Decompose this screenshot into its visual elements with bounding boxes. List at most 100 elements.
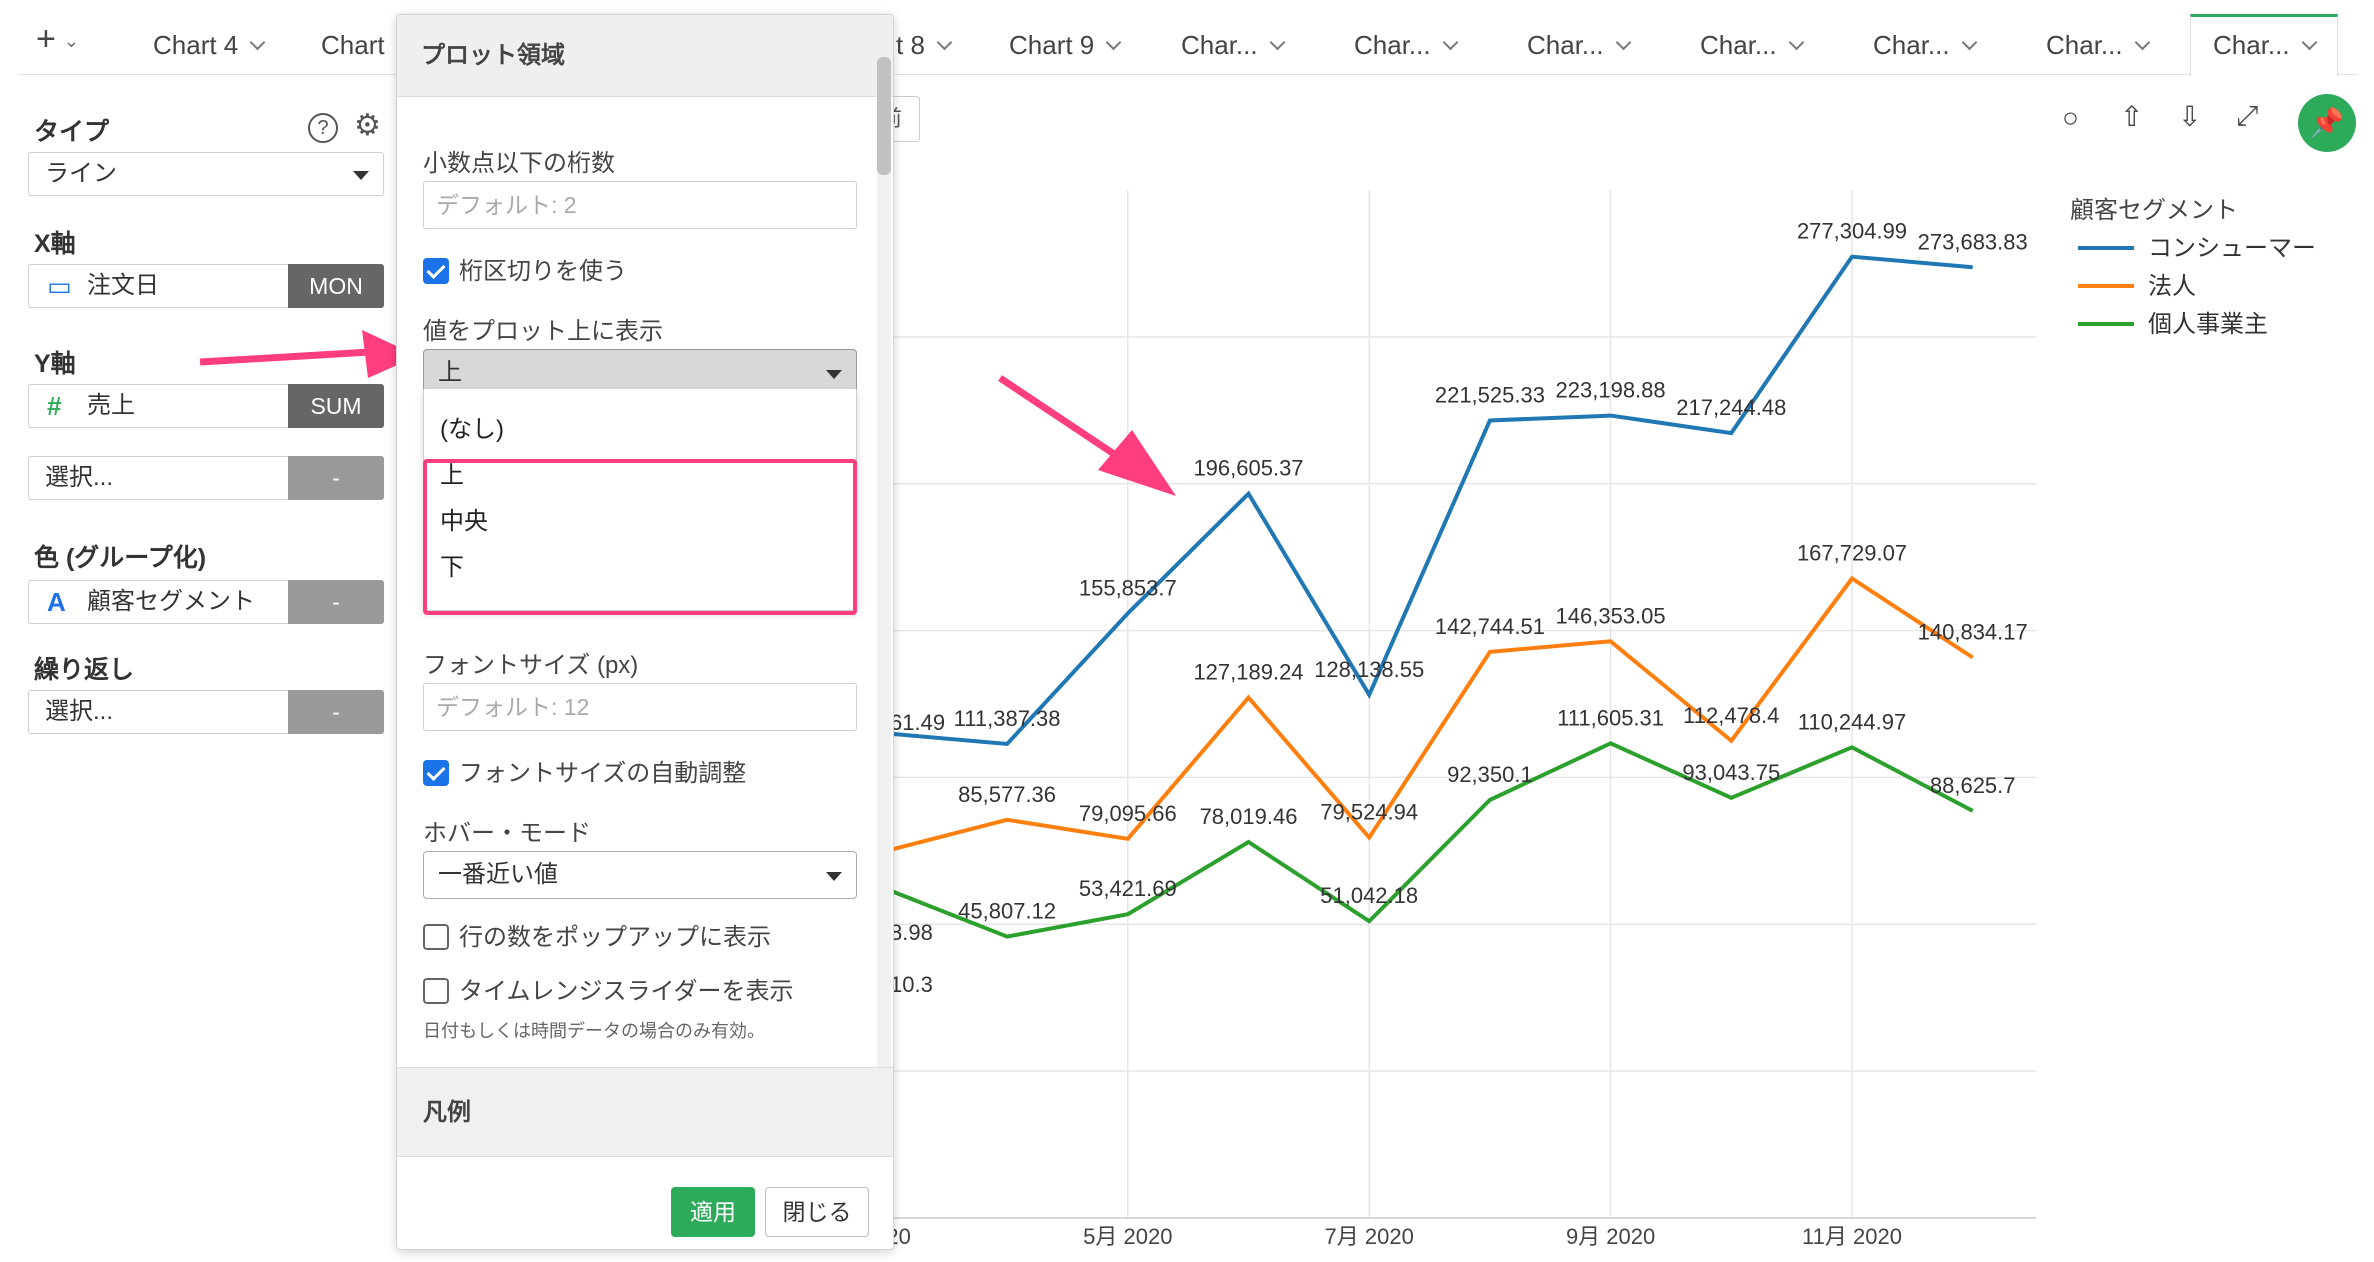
color-aggregation-button[interactable]: - (288, 580, 384, 624)
tab-chart-10[interactable]: Char... (1181, 20, 1285, 76)
tab-chart-11[interactable]: Char... (1354, 20, 1458, 76)
chevron-down-icon[interactable]: ⌄ (64, 31, 79, 51)
checkbox-unchecked-icon[interactable] (423, 924, 449, 950)
font-size-input[interactable]: デフォルト: 12 (423, 683, 857, 731)
tab-chart-12[interactable]: Char... (1527, 20, 1631, 76)
x-tick-label: 9月 2020 (1566, 1224, 1655, 1249)
data-label: 277,304.99 (1797, 219, 1907, 244)
data-label: 53,421.69 (1079, 876, 1177, 901)
series-line-0 (886, 254, 1973, 747)
y2-field-select[interactable]: 選択... - (28, 456, 384, 500)
comment-icon[interactable]: ○ (2062, 102, 2079, 134)
data-label: 93,043.75 (1682, 760, 1780, 785)
download-icon[interactable]: ⇩ (2178, 100, 2201, 133)
color-field[interactable]: A 顧客セグメント - (28, 580, 384, 624)
chevron-down-icon[interactable] (2301, 34, 2317, 51)
annotation-highlight-box (423, 459, 857, 615)
data-label: 78,019.46 (1200, 804, 1298, 829)
repeat-label: 繰り返し (34, 656, 135, 684)
chevron-down-icon[interactable] (1105, 34, 1122, 51)
chevron-down-icon[interactable] (249, 34, 266, 51)
y2-aggregation-button[interactable]: - (288, 456, 384, 500)
option-none[interactable]: (なし) (440, 409, 504, 444)
chevron-down-icon[interactable] (1442, 34, 1458, 51)
y-axis-field[interactable]: # 売上 SUM (28, 384, 384, 428)
annotation-arrow (199, 330, 418, 378)
time-range-slider-checkbox[interactable]: タイムレンジスライダーを表示 (423, 977, 794, 1007)
chart-type-select[interactable]: ライン (28, 152, 384, 196)
add-tab-button[interactable]: + ⌄ (18, 20, 108, 70)
popup-scrollbar-thumb[interactable] (877, 57, 891, 175)
data-label: 273,683.83 (1918, 229, 2028, 254)
calendar-icon: ▭ (47, 271, 72, 301)
tab-chart-15[interactable]: Char... (2046, 20, 2150, 76)
chevron-down-icon[interactable] (1269, 34, 1285, 51)
data-label: 79,524.94 (1320, 800, 1418, 825)
auto-font-size-checkbox[interactable]: フォントサイズの自動調整 (423, 759, 746, 789)
data-label-partial: 10.3 (890, 972, 933, 997)
expand-icon[interactable]: ⤢ (2236, 100, 2258, 133)
tab-chart-14[interactable]: Char... (1873, 20, 1977, 76)
tab-chart-8[interactable]: t 8 (896, 20, 953, 76)
x-aggregation-button[interactable]: MON (288, 264, 384, 308)
y-axis-label: Y軸 (34, 350, 76, 378)
data-label: 223,198.88 (1556, 378, 1666, 403)
chevron-down-icon[interactable] (2134, 34, 2150, 51)
tab-chart-9[interactable]: Chart 9 (1009, 20, 1122, 76)
legend-item: 個人事業主 (2148, 311, 2268, 338)
data-label: 45,807.12 (958, 899, 1056, 924)
gear-icon[interactable]: ⚙ (354, 111, 384, 141)
data-label: 111,387.38 (954, 706, 1061, 731)
data-label: 85,577.36 (958, 782, 1056, 807)
type-label: タイプ (34, 118, 110, 146)
decimals-label: 小数点以下の桁数 (423, 150, 615, 177)
tab-chart-4[interactable]: Chart 4 (153, 20, 266, 76)
tab-chart-active[interactable]: Char... (2190, 14, 2338, 76)
x-tick-label: 7月 2020 (1325, 1224, 1414, 1249)
data-label-partial: 61.49 (890, 710, 945, 735)
hash-icon: # (47, 391, 62, 421)
data-label: 88,625.7 (1930, 773, 2016, 798)
series-line-2 (885, 741, 1974, 939)
popup-row-count-checkbox[interactable]: 行の数をポップアップに表示 (423, 923, 771, 953)
annotation-arrow (998, 375, 1176, 496)
data-label: 146,353.05 (1556, 603, 1666, 628)
checkbox-unchecked-icon[interactable] (423, 978, 449, 1004)
data-label: 92,350.1 (1447, 762, 1533, 787)
decimals-input[interactable]: デフォルト: 2 (423, 181, 857, 229)
legend-item: 法人 (2148, 273, 2196, 300)
data-label: 111,605.31 (1557, 705, 1664, 730)
chevron-down-icon[interactable] (1788, 34, 1804, 51)
help-icon[interactable]: ? (308, 113, 338, 143)
checkbox-checked-icon[interactable] (423, 760, 449, 786)
data-label: 127,189.24 (1193, 660, 1303, 685)
repeat-field-select[interactable]: 選択... - (28, 690, 384, 734)
x-axis-label: X軸 (34, 230, 76, 258)
chevron-down-icon[interactable] (1961, 34, 1977, 51)
checkbox-checked-icon[interactable] (423, 258, 449, 284)
popup-scrollbar-track[interactable] (877, 57, 891, 1067)
data-label: 51,042.18 (1320, 883, 1418, 908)
close-button[interactable]: 閉じる (765, 1187, 869, 1237)
chevron-down-icon[interactable] (1615, 34, 1631, 51)
chevron-down-icon[interactable] (936, 34, 953, 51)
tab-chart-13[interactable]: Char... (1700, 20, 1804, 76)
y-aggregation-button[interactable]: SUM (288, 384, 384, 428)
data-label: 112,478.4 (1683, 703, 1779, 728)
upload-icon[interactable]: ⇧ (2120, 100, 2143, 133)
legend-section-header[interactable]: 凡例 (397, 1067, 893, 1157)
data-label: 155,853.7 (1079, 575, 1177, 600)
data-label: 110,244.97 (1798, 709, 1906, 734)
apply-button[interactable]: 適用 (671, 1187, 755, 1237)
x-axis-field[interactable]: ▭ 注文日 MON (28, 264, 384, 308)
tab-chart[interactable]: Chart (321, 20, 385, 76)
repeat-aggregation-button[interactable]: - (288, 690, 384, 734)
pin-icon[interactable]: 📌 (2298, 94, 2356, 152)
hover-mode-label: ホバー・モード (423, 820, 591, 847)
hover-mode-select[interactable]: 一番近い値 (423, 851, 857, 899)
data-label: 217,244.48 (1676, 395, 1786, 420)
popup-header: プロット領域 (397, 15, 893, 97)
data-label: 128,138.55 (1314, 657, 1424, 682)
thousands-separator-checkbox[interactable]: 桁区切りを使う (423, 257, 627, 287)
plot-area-settings-popup: プロット領域 小数点以下の桁数 デフォルト: 2 桁区切りを使う 値をプロット上… (396, 14, 894, 1250)
